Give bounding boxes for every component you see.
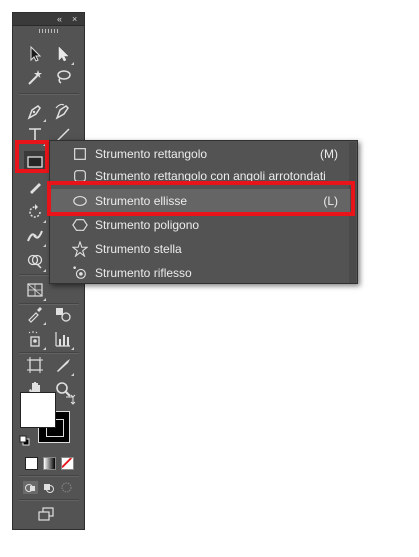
lasso-tool[interactable] [52, 66, 74, 88]
screen-mode-button[interactable] [35, 503, 57, 525]
pen-curve-icon [55, 103, 69, 120]
pencil-icon [30, 183, 41, 194]
panel-header: « × [13, 13, 84, 26]
flyout-item-label: Strumento poligono [95, 218, 200, 232]
symbol-sprayer-tool[interactable] [24, 328, 46, 350]
slice-icon [57, 359, 70, 372]
eyedropper-tool[interactable] [24, 303, 46, 325]
perspective-icon [27, 283, 43, 297]
artboard-tool[interactable] [24, 354, 46, 376]
rectangle-icon [71, 145, 89, 163]
default-fill-stroke-icon[interactable] [19, 433, 30, 446]
blend-icon [56, 308, 71, 322]
flyout-item-label: Strumento riflesso [95, 266, 192, 280]
rectangle-tool-highlight [15, 140, 49, 173]
pencil-tool[interactable] [24, 176, 46, 198]
symbol-sprayer-icon [28, 331, 40, 347]
magic-wand-icon [28, 70, 42, 85]
collapse-icon[interactable]: « [57, 13, 62, 25]
screen-mode-icon [38, 507, 54, 521]
direct-selection-tool[interactable] [52, 43, 74, 65]
draw-behind-button[interactable] [41, 481, 56, 494]
gradient-mode-button[interactable] [43, 457, 56, 470]
white-arrow-icon [58, 46, 69, 62]
swap-fill-stroke-icon[interactable] [64, 393, 76, 405]
flyout-item-flare[interactable]: Strumento riflesso [50, 261, 350, 285]
polygon-icon [71, 216, 89, 234]
eyedropper-icon [28, 307, 42, 323]
rotate-icon [29, 204, 41, 218]
rotate-tool[interactable] [24, 201, 46, 223]
panel-grip[interactable] [39, 29, 59, 33]
magic-wand-tool[interactable] [24, 66, 46, 88]
flyout-item-rectangle[interactable]: Strumento rettangolo (M) [50, 142, 350, 166]
color-mode-button[interactable] [25, 457, 38, 470]
arrow-icon [30, 45, 42, 62]
star-icon [71, 240, 89, 258]
curvature-tool[interactable] [52, 100, 74, 122]
close-icon[interactable]: × [72, 13, 77, 25]
flyout-item-shortcut: (M) [320, 147, 338, 161]
flyout-item-label: Strumento rettangolo [95, 147, 208, 161]
draw-normal-button[interactable] [23, 481, 38, 494]
perspective-grid-tool[interactable] [24, 279, 46, 301]
shape-builder-tool[interactable] [24, 250, 46, 272]
draw-inside-button[interactable] [59, 481, 74, 494]
column-graph-tool[interactable] [52, 328, 74, 350]
artboard-icon [27, 357, 43, 373]
lasso-icon [57, 70, 71, 84]
slice-tool[interactable] [52, 354, 74, 376]
flyout-item-star[interactable]: Strumento stella [50, 237, 350, 261]
selection-tool[interactable] [24, 43, 46, 65]
flyout-item-label: Strumento stella [95, 242, 182, 256]
fill-swatch[interactable] [20, 392, 56, 428]
column-graph-icon [55, 332, 70, 347]
flyout-item-polygon[interactable]: Strumento poligono [50, 213, 350, 237]
shape-builder-icon [27, 254, 43, 269]
width-tool[interactable] [24, 225, 46, 247]
ellipse-item-highlight [47, 181, 355, 216]
pen-icon [27, 105, 41, 120]
blend-tool[interactable] [52, 303, 74, 325]
none-mode-button[interactable] [61, 457, 74, 470]
pen-tool[interactable] [24, 100, 46, 122]
flare-icon [71, 264, 89, 282]
width-icon [27, 230, 43, 242]
